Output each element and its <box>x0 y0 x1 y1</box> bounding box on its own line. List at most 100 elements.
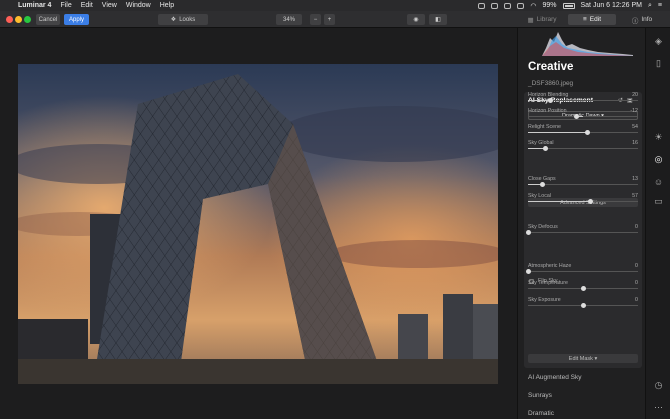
menu-edit[interactable]: Edit <box>81 2 93 9</box>
edit-panel: Creative _DSF3860.jpeg AI Sky Replacemen… <box>517 28 645 419</box>
looks-label: Looks <box>179 16 196 23</box>
professional-pro-icon[interactable]: ▭ <box>653 196 664 207</box>
compare-button[interactable]: ◧ <box>429 14 447 25</box>
clock[interactable]: Sat Jun 6 12:26 PM <box>581 2 642 9</box>
menu-app[interactable]: Luminar 4 <box>18 2 51 9</box>
zoom-in-button[interactable]: + <box>324 14 335 25</box>
panel-title: Creative <box>528 61 574 73</box>
zoom-window-icon[interactable] <box>24 16 31 23</box>
slider-track[interactable] <box>528 199 638 204</box>
slider-track[interactable] <box>525 269 638 274</box>
looks-button[interactable]: ❖ Looks <box>158 14 208 25</box>
menu-window[interactable]: Window <box>126 2 151 9</box>
menu-help[interactable]: Help <box>160 2 174 9</box>
compare-icon: ◧ <box>435 17 441 23</box>
menu-extras-icon[interactable]: ≡ <box>658 2 662 9</box>
slider-handle[interactable] <box>539 182 545 187</box>
library-icon: ▦ <box>527 16 534 24</box>
slider-track[interactable] <box>528 286 638 291</box>
slider-track[interactable] <box>525 230 638 235</box>
slider-label: Sky Local <box>528 193 551 199</box>
slider-track[interactable] <box>528 146 638 151</box>
looks-icon: ❖ <box>170 17 177 23</box>
histogram <box>542 32 633 56</box>
battery-icon[interactable] <box>562 2 575 9</box>
slider-handle[interactable] <box>547 98 553 103</box>
slider-value[interactable]: 0 <box>635 280 638 286</box>
status-icon[interactable] <box>478 2 486 9</box>
essentials-sun-icon[interactable]: ☀ <box>653 132 664 143</box>
slider-value[interactable]: 0 <box>635 263 638 269</box>
menu-view[interactable]: View <box>102 2 117 9</box>
slider-value[interactable]: 57 <box>632 193 638 199</box>
photo-image <box>18 64 498 384</box>
info-icon: ⓘ <box>631 17 639 25</box>
tab-edit-label: Edit <box>589 16 601 23</box>
slider-value[interactable]: 16 <box>632 140 638 146</box>
file-name: _DSF3860.jpeg <box>528 80 574 87</box>
photo-preview[interactable] <box>18 64 498 384</box>
preview-eye-button[interactable]: ◉ <box>407 14 425 25</box>
tab-library[interactable]: ▦ Library <box>518 14 566 25</box>
slider-value[interactable]: 54 <box>632 124 638 130</box>
more-icon[interactable]: ⋯ <box>653 402 664 413</box>
slider-handle[interactable] <box>584 130 590 135</box>
sliders-icon: ≡ <box>583 16 587 23</box>
menu-file[interactable]: File <box>60 2 71 9</box>
history-clock-icon[interactable]: ◷ <box>653 380 664 391</box>
slider-label: Atmospheric Haze <box>528 263 572 269</box>
image-canvas[interactable] <box>0 28 517 419</box>
slider-handle[interactable] <box>543 146 549 151</box>
slider-label: Sky Temperature <box>528 280 568 286</box>
tool-dramatic[interactable]: Dramatic <box>528 410 554 417</box>
slider-handle[interactable] <box>525 269 531 274</box>
zoom-out-button[interactable]: − <box>310 14 321 25</box>
slider-handle[interactable] <box>580 303 586 308</box>
eye-icon: ◉ <box>413 17 419 23</box>
slider-label: Horizon Position <box>528 108 567 114</box>
slider-value[interactable]: 0 <box>635 297 638 303</box>
slider-value[interactable]: -12 <box>630 108 638 114</box>
cancel-button[interactable]: Cancel <box>36 14 60 25</box>
tab-edit[interactable]: ≡ Edit <box>568 14 616 25</box>
tab-library-label: Library <box>536 16 557 23</box>
close-window-icon[interactable] <box>6 16 13 23</box>
slider-value[interactable]: 13 <box>632 176 638 182</box>
slider-handle[interactable] <box>573 114 579 119</box>
status-icon[interactable] <box>517 2 525 9</box>
slider-fill <box>528 201 591 202</box>
status-icon[interactable] <box>504 2 512 9</box>
battery-percent: 99% <box>542 2 557 9</box>
slider-track[interactable] <box>528 114 638 119</box>
tab-info-label: Info <box>641 16 653 23</box>
minimize-window-icon[interactable] <box>15 16 22 23</box>
menu-bar: Luminar 4 File Edit View Window Help ◠ 9… <box>0 0 670 11</box>
slider-value[interactable]: 0 <box>635 224 638 230</box>
layers-icon[interactable]: ◈ <box>653 36 664 47</box>
slider-track[interactable] <box>528 303 638 308</box>
slider-handle[interactable] <box>580 286 586 291</box>
edit-mask-button[interactable]: Edit Mask ▾ <box>528 354 638 363</box>
ai-sky-replacement-tool: AI Sky Replacement ↺ ▣ Dramatic Dawn ▾ A… <box>524 92 642 368</box>
advanced-settings-button[interactable]: Advanced Settings <box>528 198 638 207</box>
status-icon[interactable] <box>491 2 499 9</box>
slider-handle[interactable] <box>525 230 531 235</box>
portrait-face-icon[interactable]: ☺ <box>653 176 664 187</box>
search-icon[interactable]: ⌕ <box>648 2 652 10</box>
apply-button[interactable]: Apply <box>64 14 89 25</box>
canvas-icon[interactable]: ▯ <box>653 58 664 69</box>
slider-fill <box>528 100 550 101</box>
tool-ai-augmented-sky[interactable]: AI Augmented Sky <box>528 374 581 381</box>
slider-label: Sky Exposure <box>528 297 561 303</box>
slider-value[interactable]: 20 <box>632 92 638 98</box>
slider-track[interactable] <box>528 130 638 135</box>
slider-track[interactable] <box>528 182 638 187</box>
zoom-level[interactable]: 34% <box>276 14 302 25</box>
slider-label: Relight Scene <box>528 124 561 130</box>
slider-label: Horizon Blending <box>528 92 569 98</box>
creative-palette-icon[interactable]: ◎ <box>653 154 664 165</box>
tool-sunrays[interactable]: Sunrays <box>528 392 552 399</box>
tab-info[interactable]: ⓘ Info <box>618 14 666 25</box>
wifi-icon[interactable]: ◠ <box>530 2 536 10</box>
slider-track[interactable] <box>528 98 638 103</box>
